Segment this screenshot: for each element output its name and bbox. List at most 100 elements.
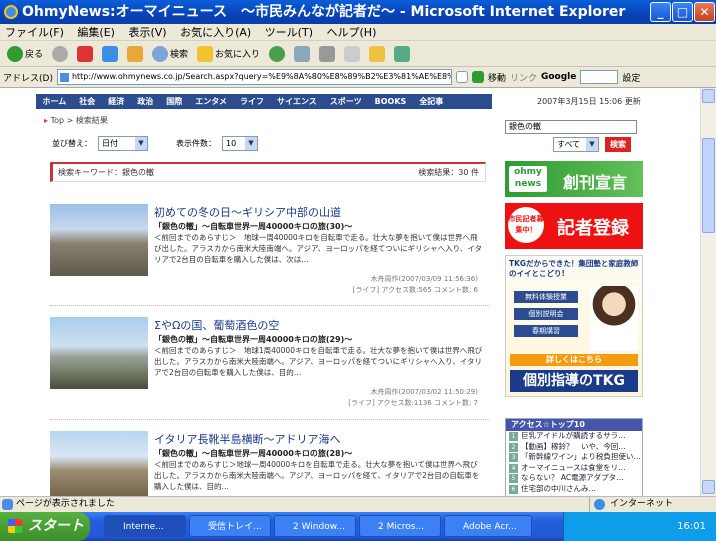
messenger-button[interactable] — [391, 43, 413, 65]
history-button[interactable] — [266, 43, 288, 65]
article-title[interactable]: ΣやΩの国、葡萄酒色の空 — [154, 317, 279, 333]
site-nav: ホーム 社会 経済 政治 国際 エンタメ ライフ サイエンス スポーツ BOOK… — [36, 94, 492, 109]
address-bar: アドレス(D) http://www.ohmynews.co.jp/Search… — [0, 67, 716, 88]
task-ie[interactable]: Interne... — [104, 515, 186, 537]
go-button[interactable]: 移動 — [488, 71, 506, 84]
window-title-bar[interactable]: OhmyNews:オーマイニュース ～市民みんなが記者だ～ - Microsof… — [0, 0, 716, 24]
menu-edit[interactable]: 編集(E) — [72, 26, 120, 39]
address-dropdown-icon[interactable] — [455, 71, 468, 83]
article-subtitle: 「銀色の轍」～自転車世界一周40000キロの旅(29)～ — [154, 335, 353, 344]
minimize-button[interactable]: _ — [650, 2, 671, 22]
status-text: ページが表示されました — [16, 499, 115, 509]
back-button[interactable]: 戻る — [4, 43, 46, 65]
banner-ohmynews-declaration[interactable]: ohmy news 創刊宣言 — [505, 161, 643, 197]
article-thumbnail[interactable] — [50, 204, 148, 276]
print-button[interactable] — [316, 43, 338, 65]
security-zone: インターネット — [589, 497, 673, 512]
forward-arrow-icon — [52, 45, 69, 62]
tkg-spring-button[interactable]: 春期講習 — [514, 325, 578, 337]
article-item: イタリア長靴半島横断～アドリア海へ 「銀色の轍」～自転車世界一周40000キロの… — [50, 431, 490, 496]
article-author[interactable]: 木舟周作(2007/03/09 11:56:36) — [371, 275, 478, 283]
stop-button[interactable] — [74, 43, 96, 65]
google-search-input[interactable] — [580, 70, 619, 84]
task-inbox[interactable]: 受信トレイ... — [189, 515, 271, 537]
clock[interactable]: 16:01 — [677, 521, 706, 532]
nav-international[interactable]: 国際 — [160, 94, 189, 109]
article-excerpt: ＜前回までのあらすじ＞地球一周40000キロを自転車で走る。壮大な夢を抱いて僕は… — [154, 460, 480, 491]
nav-society[interactable]: 社会 — [73, 94, 102, 109]
ranking-item[interactable]: 3 「新幹線ワイン」より税負担使い… — [506, 452, 642, 463]
banner-reporter-registration[interactable]: 市民記者募集中！ 記者登録 — [505, 203, 643, 249]
rank-number: 5 — [509, 474, 518, 483]
scroll-up-arrow-icon[interactable] — [702, 89, 715, 103]
folder-button[interactable] — [366, 43, 388, 65]
home-button[interactable] — [124, 43, 146, 65]
settings-button[interactable]: 設定 — [622, 71, 640, 84]
banner-tkg-ad[interactable]: TKGだからできた！集団塾と家庭教師のイイとこどり! 無料体験授業 個別説明会 … — [505, 255, 643, 397]
vertical-scrollbar[interactable] — [700, 88, 716, 496]
article-thumbnail[interactable] — [50, 431, 148, 496]
maximize-button[interactable]: □ — [672, 2, 693, 22]
start-button[interactable]: スタート — [0, 512, 90, 541]
nav-all[interactable]: 全記事 — [413, 94, 450, 109]
print-icon — [319, 45, 336, 62]
address-input[interactable]: http://www.ohmynews.co.jp/Search.aspx?qu… — [56, 69, 452, 85]
menu-help[interactable]: ヘルプ(H) — [322, 26, 382, 39]
nav-sports[interactable]: スポーツ — [323, 94, 368, 109]
mail-icon — [294, 45, 311, 62]
count-select[interactable]: 10 — [222, 136, 258, 151]
side-search-button[interactable]: 検索 — [605, 137, 631, 152]
search-button[interactable]: 検索 — [149, 43, 191, 65]
edit-button[interactable] — [341, 43, 363, 65]
crumb-top[interactable]: Top — [51, 116, 65, 125]
nav-life[interactable]: ライフ — [234, 94, 271, 109]
article-author[interactable]: 木舟周作(2007/03/02 11:50:29) — [371, 388, 478, 396]
article-item: ΣやΩの国、葡萄酒色の空 「銀色の轍」～自転車世界一周40000キロの旅(29)… — [50, 317, 490, 412]
ohmynews-logo: ohmy news — [509, 166, 547, 192]
close-button[interactable]: ✕ — [694, 2, 715, 22]
article-stats: [ライフ] アクセス数:565 コメント数: 6 — [352, 286, 478, 294]
go-arrow-icon[interactable] — [471, 71, 484, 83]
task-windows[interactable]: 2 Window... — [274, 515, 356, 537]
nav-home[interactable]: ホーム — [36, 94, 73, 109]
rank-number: 2 — [509, 442, 518, 452]
article-thumbnail[interactable] — [50, 317, 148, 389]
nav-economy[interactable]: 経済 — [102, 94, 131, 109]
ranking-item[interactable]: 1 巨乳アイドルが購読するサラ… — [506, 431, 642, 442]
article-title[interactable]: 初めての冬の日～ギリシア中部の山道 — [154, 204, 341, 220]
scrollbar-thumb[interactable] — [702, 138, 715, 233]
forward-button[interactable] — [49, 43, 71, 65]
menu-tools[interactable]: ツール(T) — [260, 26, 318, 39]
nav-science[interactable]: サイエンス — [271, 94, 324, 109]
nav-politics[interactable]: 政治 — [131, 94, 160, 109]
access-ranking: アクセス☆トップ10 1 巨乳アイドルが購読するサラ… 2 【動画】稼鈴？ いや、今… — [505, 418, 643, 496]
menu-view[interactable]: 表示(V) — [123, 26, 171, 39]
task-word[interactable]: 2 Micros... — [359, 515, 441, 537]
ranking-item[interactable]: 6 住宅部の中川さんみ… — [506, 484, 642, 495]
nav-entertainment[interactable]: エンタメ — [189, 94, 234, 109]
ranking-item[interactable]: 4 オーマイニュースは食堂をリ… — [506, 463, 642, 474]
divider — [50, 419, 490, 420]
favorites-button[interactable]: お気に入り — [194, 43, 263, 65]
refresh-button[interactable] — [99, 43, 121, 65]
article-excerpt: ＜前回までのあらすじ＞ 地球1周40000キロを自転車で走る。壮大な夢を抱いて僕… — [154, 346, 483, 377]
tkg-briefing-button[interactable]: 個別説明会 — [514, 308, 578, 320]
menu-favorites[interactable]: お気に入り(A) — [175, 26, 256, 39]
mail-button[interactable] — [291, 43, 313, 65]
tkg-details-button[interactable]: 詳しくはこちら — [510, 354, 638, 366]
ranking-item[interactable]: 2 【動画】稼鈴？ いや、今回… — [506, 442, 642, 453]
nav-books[interactable]: BOOKS — [368, 94, 413, 109]
toolbar: 戻る 検索 お気に入り — [0, 41, 716, 67]
tkg-trial-button[interactable]: 無料体験授業 — [514, 291, 578, 303]
ranking-item[interactable]: 5 ならない？ AC電源アダプタ… — [506, 473, 642, 484]
sort-select[interactable]: 日付 — [98, 136, 148, 151]
task-acrobat[interactable]: Adobe Acr... — [444, 515, 532, 537]
side-search-input[interactable]: 銀色の轍 — [505, 120, 637, 134]
side-scope-select[interactable]: すべて — [553, 137, 599, 152]
scroll-down-arrow-icon[interactable] — [702, 480, 715, 494]
article-title[interactable]: イタリア長靴半島横断～アドリア海へ — [154, 431, 341, 447]
home-icon — [127, 45, 144, 62]
keyword-box: 検索キーワード：銀色の轍 検索結果：30 件 — [50, 162, 486, 182]
menu-file[interactable]: ファイル(F) — [0, 26, 69, 39]
links-label[interactable]: リンク — [510, 71, 537, 84]
